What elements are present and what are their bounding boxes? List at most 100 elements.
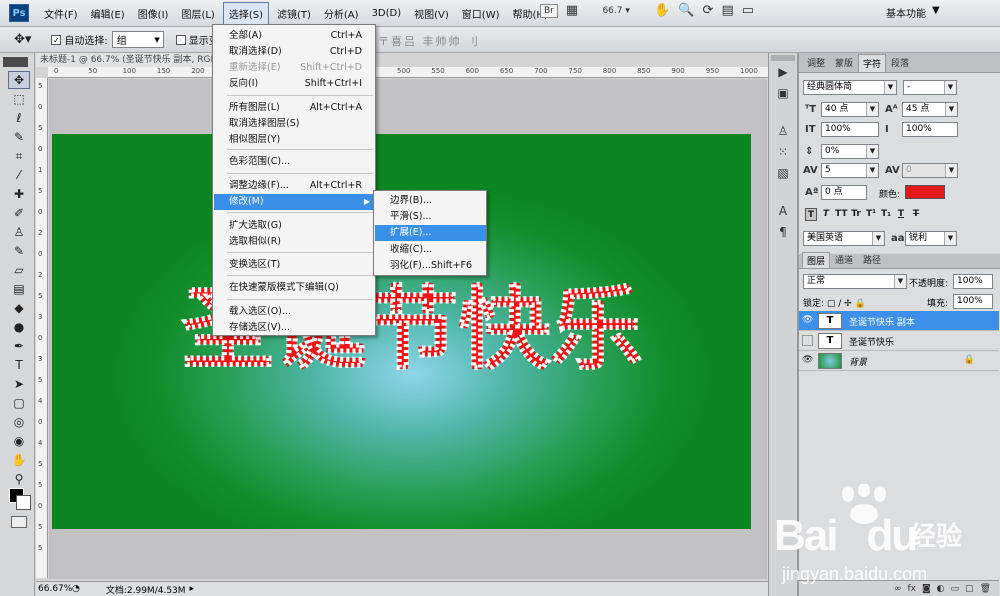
language-select[interactable]: 美国英语 ▼ [803,231,885,246]
3d-rotate-icon[interactable]: ◎ [8,413,30,431]
arrange-documents-icon[interactable]: ▤ [721,3,733,18]
fill-field[interactable]: 100% [953,294,993,309]
adjustment-layer-icon[interactable]: ◐ [937,584,945,594]
font-family-select[interactable]: 经典圆体简 ▼ [803,80,897,95]
blend-mode-select[interactable]: 正常 ▼ [803,274,907,289]
font-style-select[interactable]: - ▼ [903,80,957,95]
add-mask-icon[interactable]: ◙ [922,584,931,594]
actions-panel-icon[interactable]: ▣ [773,86,793,104]
menu-filter[interactable]: 滤镜(T) [272,3,316,24]
tsume-field[interactable]: 0% ▼ [821,144,879,159]
zoom-tool-icon[interactable]: 🔍 [678,3,694,18]
subscript-button[interactable]: T₁ [880,208,892,221]
opacity-field[interactable]: 100% [953,274,993,289]
font-size-field[interactable]: 40 点 ▼ [821,102,879,117]
select-menu-item[interactable]: 色彩范围(C)... [214,154,374,170]
gradient-tool-icon[interactable]: ▤ [8,280,30,298]
kerning-field[interactable]: 0 ▼ [902,163,958,178]
select-menu-item[interactable]: 载入选区(O)... [214,304,374,320]
dodge-tool-icon[interactable]: ● [8,318,30,336]
modify-submenu-item[interactable]: 收缩(C)... [375,242,486,258]
link-layers-icon[interactable]: ∞ [894,584,902,594]
select-menu-item[interactable]: 全部(A) Ctrl+A [214,28,374,44]
select-menu-item[interactable]: 在快速蒙版模式下编辑(Q) [214,280,374,296]
layer-row[interactable]: 👁 T 圣诞节快乐 副本 [799,311,999,331]
select-menu-item[interactable]: 取消选择图层(S) [214,116,374,132]
menu-select[interactable]: 选择(S) [222,1,269,25]
layer-name[interactable]: 圣诞节快乐 [849,335,894,348]
bridge-button[interactable]: Br [540,3,558,18]
document-tab[interactable]: 未标题-1 @ 66.7% (圣诞节快乐 副本, RGB/8) [36,53,216,67]
leading-field[interactable]: 45 点 ▼ [902,102,958,117]
small-caps-button[interactable]: Tr [850,208,862,221]
screen-mode-icon[interactable]: ▭ [742,3,754,18]
pen-tool-icon[interactable]: ✒ [8,337,30,355]
quick-mask-button[interactable] [11,516,27,528]
select-menu-item[interactable]: 修改(M) ▶ [214,194,374,210]
menu-edit[interactable]: 编辑(E) [86,3,130,24]
shape-tool-icon[interactable]: ▢ [8,394,30,412]
select-menu-item[interactable]: 反向(I) Shift+Ctrl+I [214,76,374,92]
all-caps-button[interactable]: TT [835,208,848,221]
paragraph-panel-icon[interactable]: ¶ [773,225,793,243]
auto-select-dropdown[interactable]: 组 ▼ [111,31,164,48]
type-tool-icon[interactable]: T [8,356,30,374]
3d-orbit-icon[interactable]: ◉ [8,432,30,450]
tab-paths[interactable]: 路径 [858,251,886,268]
panel-grip[interactable] [3,57,28,67]
tab-paragraph[interactable]: 段落 [886,53,914,72]
new-layer-icon[interactable]: ▢ [965,584,974,594]
faux-bold-button[interactable]: T [805,208,817,221]
swatches-panel-icon[interactable]: A [773,204,793,222]
layer-name[interactable]: 背景 [849,355,867,368]
select-menu-item[interactable]: 扩大选取(G) [214,218,374,234]
tool-presets-icon[interactable]: ▧ [773,166,793,184]
menu-window[interactable]: 窗口(W) [457,3,505,24]
tab-adjustments[interactable]: 调整 [802,53,830,72]
modify-submenu-item[interactable]: 平滑(S)... [375,209,486,225]
menu-analysis[interactable]: 分析(A) [319,3,364,24]
visibility-toggle[interactable] [802,335,813,346]
eye-icon[interactable]: 👁 [802,355,813,365]
lasso-tool-icon[interactable]: ℓ [8,109,30,127]
history-brush-icon[interactable]: ✎ [8,242,30,260]
menu-3d[interactable]: 3D(D) [367,5,407,22]
eyedropper-tool-icon[interactable]: ⁄ [8,166,30,184]
dock-grip[interactable] [771,55,795,61]
background-color-swatch[interactable] [16,495,31,510]
status-zoom[interactable]: 66.67% [36,584,72,594]
select-menu-item[interactable]: 取消选择(D) Ctrl+D [214,44,374,60]
baseline-shift-field[interactable]: 0 点 [821,185,867,200]
healing-brush-icon[interactable]: ✚ [8,185,30,203]
brush-tool-icon[interactable]: ✐ [8,204,30,222]
eye-icon[interactable]: 👁 [802,315,813,325]
menu-layer[interactable]: 图层(L) [176,3,219,24]
underline-button[interactable]: T [895,208,907,221]
rotate-view-icon[interactable]: ⟳ [703,3,714,18]
status-info-icon[interactable]: ◔ [72,584,80,594]
new-group-icon[interactable]: ▭ [951,584,960,594]
blur-tool-icon[interactable]: ◆ [8,299,30,317]
clone-stamp-icon[interactable]: ♙ [8,223,30,241]
layer-row[interactable]: T 圣诞节快乐 [799,331,999,351]
menu-file[interactable]: 文件(F) [39,3,83,24]
select-menu-item[interactable]: 选取相似(R) [214,234,374,250]
layer-style-icon[interactable]: fx [907,584,916,594]
tracking-field[interactable]: 5 ▼ [821,163,879,178]
status-arrow-icon[interactable]: ▸ [190,584,195,594]
select-menu-item[interactable]: 存储选区(V)... [214,320,374,336]
brushes-panel-icon[interactable]: ⁙ [773,145,793,163]
vertical-scale-field[interactable]: 100% [821,122,879,137]
clone-source-icon[interactable]: ♙ [773,124,793,142]
tab-layers[interactable]: 图层 [802,252,831,268]
faux-italic-button[interactable]: T [820,208,832,221]
select-menu-item[interactable]: 调整边缘(F)... Alt+Ctrl+R [214,178,374,194]
crop-tool-icon[interactable]: ⌗ [8,147,30,165]
superscript-button[interactable]: T¹ [865,208,877,221]
photoshop-logo[interactable]: Ps [9,4,29,22]
tab-channels[interactable]: 通道 [830,251,858,268]
eraser-tool-icon[interactable]: ▱ [8,261,30,279]
select-menu-item[interactable]: 相似图层(Y) [214,132,374,148]
modify-submenu-item[interactable]: 边界(B)... [375,193,486,209]
zoom-level[interactable]: 66.7 ▾ [586,6,646,16]
